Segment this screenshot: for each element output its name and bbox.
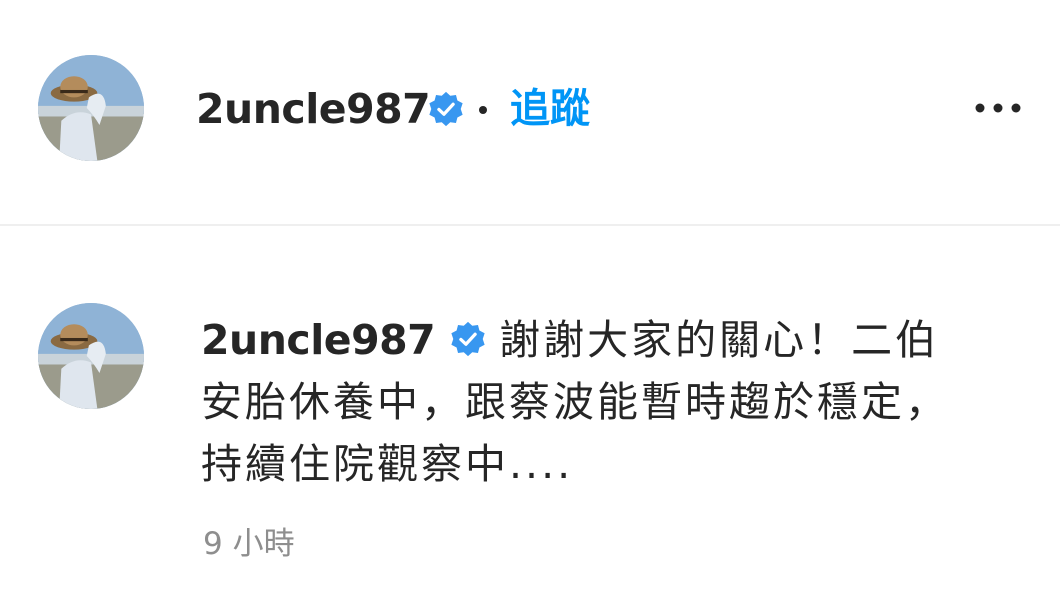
comment-avatar[interactable] xyxy=(38,303,144,409)
follow-button[interactable]: 追蹤 xyxy=(510,84,590,134)
comment-timestamp[interactable]: 9 小時 xyxy=(203,522,295,566)
verified-badge-icon xyxy=(427,90,465,128)
profile-avatar[interactable] xyxy=(38,55,144,161)
avatar-image xyxy=(38,303,144,409)
separator-dot xyxy=(479,106,487,114)
post-header: 2uncle987 追蹤 xyxy=(0,0,1060,226)
avatar-image xyxy=(38,55,144,161)
more-options-icon[interactable] xyxy=(968,88,1028,128)
comment-username[interactable]: 2uncle987 xyxy=(201,316,436,364)
comment-body: 2uncle987 謝謝大家的關心！二伯安胎休養中，跟蔡波能暫時趨於穩定，持續住院… xyxy=(201,309,961,495)
verified-badge-icon xyxy=(449,320,487,358)
header-username[interactable]: 2uncle987 xyxy=(196,84,431,134)
